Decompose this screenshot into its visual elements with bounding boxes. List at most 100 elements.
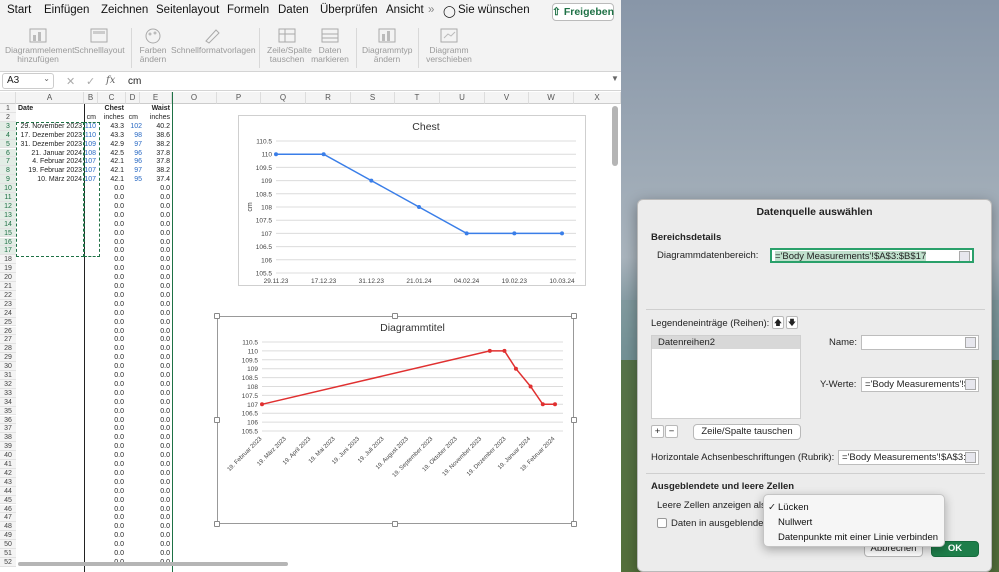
row-header[interactable]: 44 (0, 486, 16, 496)
cell[interactable]: 42.1 (98, 157, 126, 166)
cell[interactable]: 0.0 (140, 282, 172, 291)
row-header[interactable]: 25 (0, 317, 16, 327)
cell[interactable]: 0.0 (140, 300, 172, 309)
cell[interactable]: 0.0 (98, 211, 126, 220)
resize-handle[interactable] (214, 313, 220, 319)
row-header[interactable]: 3 (0, 121, 16, 131)
column-header-s[interactable]: S (351, 92, 395, 104)
cell[interactable]: 0.0 (140, 469, 172, 478)
row-header[interactable]: 33 (0, 388, 16, 398)
column-header-o[interactable]: O (172, 92, 217, 104)
cell[interactable]: 0.0 (140, 505, 172, 514)
cell[interactable]: 0.0 (98, 424, 126, 433)
show-hidden-data-checkbox[interactable] (657, 518, 667, 528)
resize-handle[interactable] (214, 521, 220, 527)
cell[interactable]: 0.0 (98, 335, 126, 344)
cell[interactable]: inches (140, 113, 172, 122)
cell[interactable]: 0.0 (98, 273, 126, 282)
row-header[interactable]: 27 (0, 335, 16, 345)
row-header[interactable]: 38 (0, 433, 16, 443)
row-header[interactable]: 20 (0, 273, 16, 282)
row-header[interactable]: 2 (0, 112, 16, 122)
cell[interactable]: 0.0 (140, 496, 172, 505)
row-header[interactable]: 42 (0, 468, 16, 478)
share-button[interactable]: ⇧ Freigeben (552, 3, 614, 21)
select-all-corner[interactable] (0, 92, 16, 104)
cell[interactable]: 0.0 (140, 478, 172, 487)
row-header[interactable]: 24 (0, 308, 16, 318)
row-header[interactable]: 6 (0, 148, 16, 158)
cell[interactable]: 0.0 (98, 513, 126, 522)
cell[interactable]: Chest (86, 104, 126, 113)
remove-series-button[interactable]: − (665, 425, 678, 438)
row-header[interactable]: 47 (0, 513, 16, 523)
cell[interactable]: 0.0 (98, 433, 126, 442)
cell[interactable]: 0.0 (98, 184, 126, 193)
cell[interactable]: 0.0 (98, 353, 126, 362)
cell[interactable]: 37.4 (140, 175, 172, 184)
cell[interactable]: 0.0 (140, 460, 172, 469)
cell[interactable]: inches (98, 113, 126, 122)
cell[interactable]: 0.0 (98, 327, 126, 336)
cell[interactable]: 42.9 (98, 140, 126, 149)
column-header-c[interactable]: C (98, 92, 126, 104)
cell[interactable]: 0.0 (140, 549, 172, 558)
cell[interactable]: 0.0 (98, 540, 126, 549)
series-name-input[interactable] (861, 335, 979, 350)
cell[interactable]: 0.0 (140, 264, 172, 273)
row-header[interactable]: 43 (0, 477, 16, 487)
row-header[interactable]: 12 (0, 201, 16, 211)
cell[interactable]: 0.0 (140, 531, 172, 540)
cell[interactable]: 0.0 (98, 416, 126, 425)
cell[interactable]: 0.0 (98, 398, 126, 407)
range-picker-icon[interactable] (965, 452, 976, 463)
cell[interactable]: 0.0 (140, 344, 172, 353)
cell[interactable]: 0.0 (140, 513, 172, 522)
tab-start[interactable]: Start (7, 4, 31, 16)
cell[interactable]: 0.0 (140, 371, 172, 380)
cell[interactable]: 0.0 (140, 335, 172, 344)
cell[interactable]: 0.0 (140, 202, 172, 211)
change-chart-type-button[interactable]: Diagrammtyp ändern (362, 26, 413, 64)
range-picker-icon[interactable] (965, 379, 976, 390)
cell[interactable]: 0.0 (98, 193, 126, 202)
tab-formulas[interactable]: Formeln (227, 4, 269, 16)
resize-handle[interactable] (214, 417, 220, 423)
name-box[interactable]: A3 ⌄ (2, 73, 54, 89)
cell[interactable]: 0.0 (140, 193, 172, 202)
cell[interactable]: 0.0 (98, 220, 126, 229)
row-header[interactable]: 23 (0, 299, 16, 309)
horizontal-scrollbar[interactable] (18, 562, 288, 566)
cell[interactable]: 0.0 (98, 238, 126, 247)
cell[interactable]: 0.0 (98, 487, 126, 496)
row-header[interactable]: 40 (0, 451, 16, 460)
cell[interactable]: 0.0 (140, 407, 172, 416)
row-header[interactable]: 11 (0, 193, 16, 202)
column-header-d[interactable]: D (126, 92, 140, 104)
option-connect-points[interactable]: Datenpunkte mit einer Linie verbinden (778, 532, 938, 543)
cell[interactable]: 0.0 (98, 318, 126, 327)
cell[interactable]: 0.0 (98, 282, 126, 291)
cell[interactable]: 0.0 (98, 478, 126, 487)
cell[interactable]: 0.0 (140, 318, 172, 327)
cell[interactable]: 0.0 (98, 496, 126, 505)
cell[interactable]: 0.0 (98, 229, 126, 238)
cell[interactable]: 0.0 (98, 505, 126, 514)
row-header[interactable]: 29 (0, 353, 16, 363)
cell[interactable]: 38.6 (140, 131, 172, 140)
cell[interactable]: 0.0 (140, 487, 172, 496)
cell[interactable]: 37.8 (140, 157, 172, 166)
add-series-button[interactable]: + (651, 425, 664, 438)
row-header[interactable]: 41 (0, 460, 16, 469)
cell[interactable]: 0.0 (140, 442, 172, 451)
resize-handle[interactable] (392, 521, 398, 527)
tab-draw[interactable]: Zeichnen (101, 4, 148, 16)
add-chart-element-button[interactable]: Diagrammelement hinzufügen (5, 26, 74, 64)
cell[interactable]: 0.0 (98, 300, 126, 309)
row-header[interactable]: 9 (0, 175, 16, 185)
row-header[interactable]: 8 (0, 166, 16, 176)
expand-formula-icon[interactable]: ▼ (611, 74, 619, 83)
row-header[interactable]: 46 (0, 504, 16, 514)
cell[interactable]: 42.1 (98, 175, 126, 184)
row-header[interactable]: 34 (0, 397, 16, 407)
